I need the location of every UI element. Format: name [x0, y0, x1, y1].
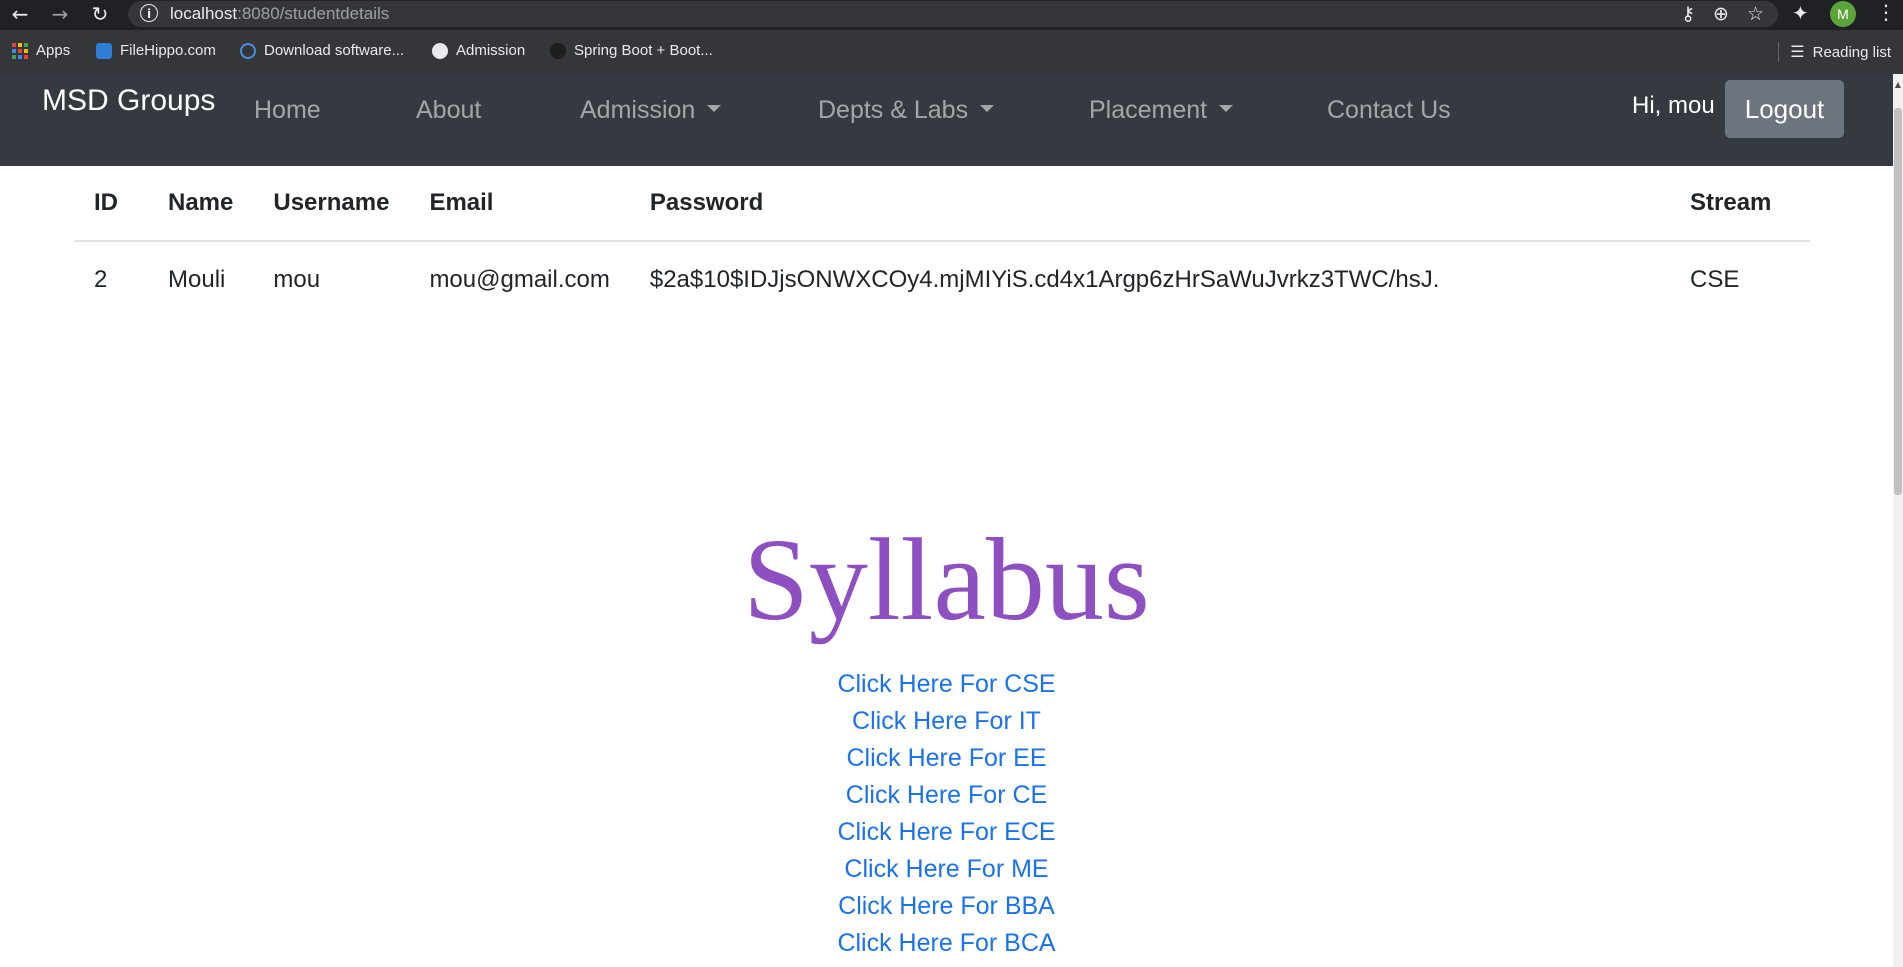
cell-email: mou@gmail.com: [429, 266, 610, 293]
nav-depts-labs[interactable]: Depts & Labs: [818, 96, 995, 125]
cell-name: Mouli: [168, 266, 226, 293]
user-greeting: Hi, mou: [1632, 92, 1715, 119]
bookmark-download-software[interactable]: Download software...: [240, 42, 404, 59]
brand-logo[interactable]: MSD Groups: [42, 84, 215, 118]
nav-contact-us[interactable]: Contact Us: [1327, 96, 1451, 125]
header-name: Name: [148, 166, 254, 242]
spring-boot-icon: [550, 42, 566, 59]
apps-grid-icon: [12, 42, 28, 59]
profile-avatar[interactable]: M: [1830, 1, 1856, 27]
url-text[interactable]: localhost:8080/studentdetails: [170, 4, 389, 24]
syllabus-link-cse[interactable]: Click Here For CSE: [0, 666, 1893, 703]
table-row: 2 Mouli mou mou@gmail.com $2a$10$IDJjsON…: [74, 241, 1810, 318]
bookmark-admission[interactable]: Admission: [432, 42, 525, 59]
nav-about[interactable]: About: [416, 96, 481, 125]
scroll-up-icon[interactable]: ▲: [1893, 80, 1903, 92]
logout-button[interactable]: Logout: [1725, 80, 1844, 138]
syllabus-link-ce[interactable]: Click Here For CE: [0, 777, 1893, 814]
reading-list[interactable]: ☰ Reading list: [1790, 42, 1891, 62]
filehippo-icon: [96, 42, 112, 59]
zoom-icon[interactable]: ⊕: [1713, 3, 1729, 25]
cell-username: mou: [273, 266, 321, 293]
back-icon[interactable]: ←: [6, 0, 34, 28]
syllabus-link-it[interactable]: Click Here For IT: [0, 703, 1893, 740]
separator: [1778, 42, 1779, 62]
site-navbar: MSD Groups Home About Admission Depts & …: [0, 74, 1893, 166]
cell-password: $2a$10$IDJjsONWXCOy4.mjMIYiS.cd4x1Argp6z…: [649, 266, 1440, 293]
chevron-down-icon: [707, 104, 722, 112]
syllabus-heading: Syllabus: [743, 514, 1150, 645]
bookmark-filehippo[interactable]: FileHippo.com: [96, 42, 216, 59]
header-email: Email: [409, 166, 630, 242]
nav-admission[interactable]: Admission: [580, 96, 722, 125]
header-stream: Stream: [1670, 166, 1810, 242]
bookmark-spring-boot[interactable]: Spring Boot + Boot...: [550, 42, 713, 59]
bookmark-apps[interactable]: Apps: [12, 42, 70, 59]
bookmark-star-icon[interactable]: ☆: [1747, 3, 1764, 25]
extensions-icon[interactable]: ✦: [1792, 1, 1809, 25]
header-username: Username: [253, 166, 410, 242]
syllabus-link-ece[interactable]: Click Here For ECE: [0, 814, 1893, 851]
browser-toolbar: ← → ↻ i localhost:8080/studentdetails ⚷ …: [0, 0, 1903, 30]
header-password: Password: [629, 166, 1670, 242]
syllabus-link-me[interactable]: Click Here For ME: [0, 851, 1893, 888]
syllabus-links: Click Here For CSE Click Here For IT Cli…: [0, 666, 1893, 962]
chevron-down-icon: [1219, 104, 1234, 112]
cell-id: 2: [94, 266, 108, 293]
chevron-down-icon: [980, 104, 995, 112]
scrollbar-thumb[interactable]: [1894, 108, 1902, 495]
cell-stream: CSE: [1690, 266, 1740, 293]
reload-icon[interactable]: ↻: [86, 0, 114, 28]
globe-icon: [432, 42, 448, 59]
header-id: ID: [74, 166, 148, 242]
syllabus-link-ee[interactable]: Click Here For EE: [0, 740, 1893, 777]
student-table: ID Name Username Email Password Stream 2…: [74, 166, 1810, 318]
forward-icon[interactable]: →: [46, 0, 74, 28]
table-header-row: ID Name Username Email Password Stream: [74, 166, 1810, 242]
download-software-icon: [240, 42, 256, 59]
menu-icon[interactable]: ⋮: [1876, 0, 1896, 24]
syllabus-link-bba[interactable]: Click Here For BBA: [0, 888, 1893, 925]
site-info-icon[interactable]: i: [140, 4, 158, 22]
address-bar[interactable]: i localhost:8080/studentdetails ⚷ ⊕ ☆: [128, 1, 1778, 27]
key-icon[interactable]: ⚷: [1681, 3, 1695, 25]
syllabus-link-bca[interactable]: Click Here For BCA: [0, 925, 1893, 962]
nav-placement[interactable]: Placement: [1089, 96, 1234, 125]
bookmarks-bar: Apps FileHippo.com Download software... …: [0, 30, 1903, 74]
nav-home[interactable]: Home: [254, 96, 321, 125]
reading-list-icon: ☰: [1790, 44, 1805, 61]
